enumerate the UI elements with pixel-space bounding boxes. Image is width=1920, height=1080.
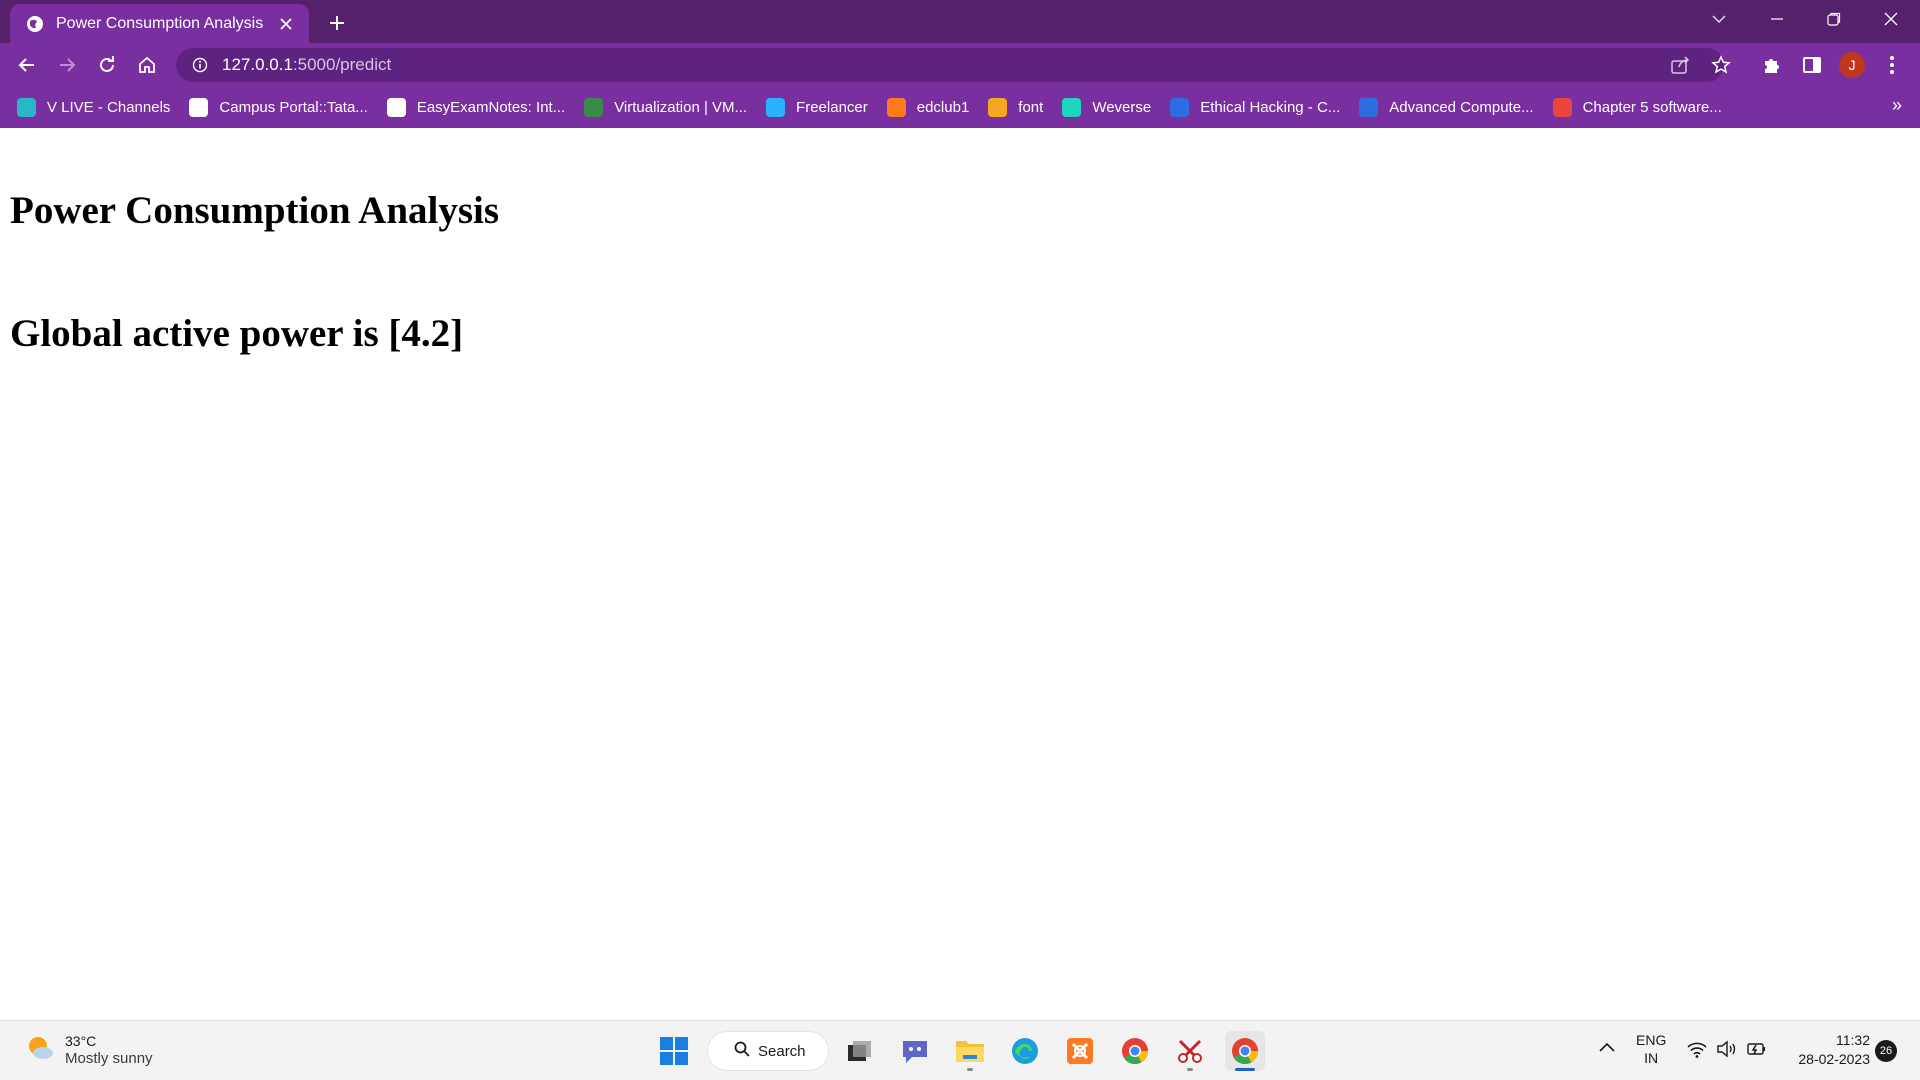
freelancer-icon xyxy=(766,98,786,117)
running-indicator xyxy=(967,1068,973,1071)
bookmark-item[interactable]: Advanced Compute... xyxy=(1359,93,1534,123)
page-content: Power Consumption Analysis Global active… xyxy=(0,128,1920,1020)
tab-search-icon[interactable] xyxy=(1697,0,1741,38)
menu-kebab-icon[interactable] xyxy=(1876,49,1908,81)
address-bar[interactable]: 127.0.0.1:5000/predict xyxy=(176,48,1731,82)
start-button[interactable] xyxy=(654,1031,694,1071)
language-indicator[interactable]: ENG IN xyxy=(1636,1031,1666,1067)
bookmark-item[interactable]: Virtualization | VM... xyxy=(584,93,747,123)
prediction-result: Global active power is [4.2] xyxy=(10,312,464,355)
weather-temperature: 33°C xyxy=(65,1033,97,1049)
more-bookmarks-icon[interactable]: » xyxy=(1892,95,1902,116)
restore-button[interactable] xyxy=(1812,0,1856,38)
system-clock[interactable]: 11:32 28-02-2023 xyxy=(1780,1031,1870,1069)
volume-icon[interactable] xyxy=(1716,1040,1738,1058)
font-icon xyxy=(988,98,1008,117)
battery-charging-icon[interactable] xyxy=(1746,1040,1768,1058)
file-explorer-icon[interactable] xyxy=(950,1031,990,1071)
profile-avatar[interactable]: J xyxy=(1839,52,1865,78)
xampp-icon[interactable] xyxy=(1060,1031,1100,1071)
search-label: Search xyxy=(758,1042,806,1060)
browser-title-bar: Power Consumption Analysis xyxy=(0,0,1920,43)
chevron-up-icon[interactable] xyxy=(1598,1041,1616,1053)
notification-badge[interactable]: 26 xyxy=(1875,1040,1897,1062)
bookmark-label: V LIVE - Channels xyxy=(47,99,171,116)
region-code: IN xyxy=(1644,1050,1659,1066)
browser-tab-active[interactable]: Power Consumption Analysis xyxy=(10,4,309,43)
url-host: 127.0.0.1 xyxy=(222,55,293,74)
bookmark-item[interactable]: Ethical Hacking - C... xyxy=(1170,93,1340,123)
bookmark-label: Chapter 5 software... xyxy=(1582,99,1722,116)
bookmark-label: Campus Portal::Tata... xyxy=(219,99,368,116)
weather-widget[interactable]: 33°C Mostly sunny xyxy=(25,1032,153,1068)
sun-cloud-icon xyxy=(25,1033,55,1068)
wifi-icon[interactable] xyxy=(1686,1040,1708,1058)
chrome-icon[interactable] xyxy=(1115,1031,1155,1071)
slides-icon xyxy=(1552,98,1572,117)
snipping-tool-icon[interactable] xyxy=(1170,1031,1210,1071)
share-icon[interactable] xyxy=(1670,54,1692,76)
browser-toolbar: 127.0.0.1:5000/predict J xyxy=(0,43,1920,87)
home-button[interactable] xyxy=(131,49,163,81)
bookmark-item[interactable]: font xyxy=(988,93,1043,123)
windows-taskbar: 33°C Mostly sunny Search ENG IN 11:32 28… xyxy=(0,1020,1920,1080)
bookmark-label: Virtualization | VM... xyxy=(614,99,748,116)
teams-chat-icon[interactable] xyxy=(895,1031,935,1071)
site-info-icon[interactable] xyxy=(190,55,210,75)
edge-browser-icon[interactable] xyxy=(1005,1031,1045,1071)
bookmark-label: Advanced Compute... xyxy=(1389,99,1534,116)
minimize-button[interactable] xyxy=(1755,0,1799,38)
clock-time: 11:32 xyxy=(1836,1032,1870,1048)
weather-description: Mostly sunny xyxy=(65,1050,153,1067)
bookmark-item[interactable]: edclub1 xyxy=(886,93,970,123)
bookmark-item[interactable]: Campus Portal::Tata... xyxy=(189,93,368,123)
weverse-icon xyxy=(1062,98,1082,117)
page-title: Power Consumption Analysis xyxy=(10,189,500,232)
bookmark-label: EasyExamNotes: Int... xyxy=(416,99,566,116)
back-button[interactable] xyxy=(11,49,43,81)
bookmark-item[interactable]: V LIVE - Channels xyxy=(17,93,170,123)
bookmark-item[interactable]: Chapter 5 software... xyxy=(1552,93,1722,123)
bookmark-item[interactable]: EasyExamNotes: Int... xyxy=(386,93,566,123)
site-icon xyxy=(1170,98,1190,117)
url-path: :5000/predict xyxy=(292,55,392,74)
bookmark-label: Weverse xyxy=(1092,99,1152,116)
tcs-icon xyxy=(189,98,209,117)
vlive-icon xyxy=(17,98,36,117)
edclub-icon xyxy=(886,98,906,117)
vm-icon xyxy=(584,98,604,117)
globe-icon xyxy=(386,98,406,117)
search-icon xyxy=(734,1041,750,1062)
bookmarks-bar: V LIVE - Channels Campus Portal::Tata... E… xyxy=(0,87,1920,128)
close-tab-icon[interactable] xyxy=(275,13,297,35)
forward-button[interactable] xyxy=(51,49,83,81)
reload-button[interactable] xyxy=(91,49,123,81)
language-code: ENG xyxy=(1636,1032,1667,1048)
chrome-active-icon[interactable] xyxy=(1225,1031,1265,1071)
bookmark-item[interactable]: Freelancer xyxy=(766,93,868,123)
taskbar-search[interactable]: Search xyxy=(708,1032,828,1070)
bookmark-label: Ethical Hacking - C... xyxy=(1200,99,1341,116)
url-text: 127.0.0.1:5000/predict xyxy=(222,55,391,75)
bookmark-label: edclub1 xyxy=(916,99,970,116)
active-indicator xyxy=(1235,1068,1255,1071)
bookmark-star-icon[interactable] xyxy=(1710,54,1732,76)
bookmark-label: font xyxy=(1018,99,1044,116)
side-panel-icon[interactable] xyxy=(1796,49,1828,81)
tab-title: Power Consumption Analysis xyxy=(56,14,264,32)
close-window-button[interactable] xyxy=(1869,0,1913,38)
site-icon xyxy=(1359,98,1379,117)
task-view-icon[interactable] xyxy=(840,1031,880,1071)
clock-date: 28-02-2023 xyxy=(1798,1051,1870,1067)
globe-icon xyxy=(26,15,44,33)
new-tab-button[interactable] xyxy=(322,8,352,38)
running-indicator xyxy=(1187,1068,1193,1071)
bookmark-label: Freelancer xyxy=(796,99,868,116)
extensions-icon[interactable] xyxy=(1756,49,1788,81)
bookmark-item[interactable]: Weverse xyxy=(1062,93,1151,123)
